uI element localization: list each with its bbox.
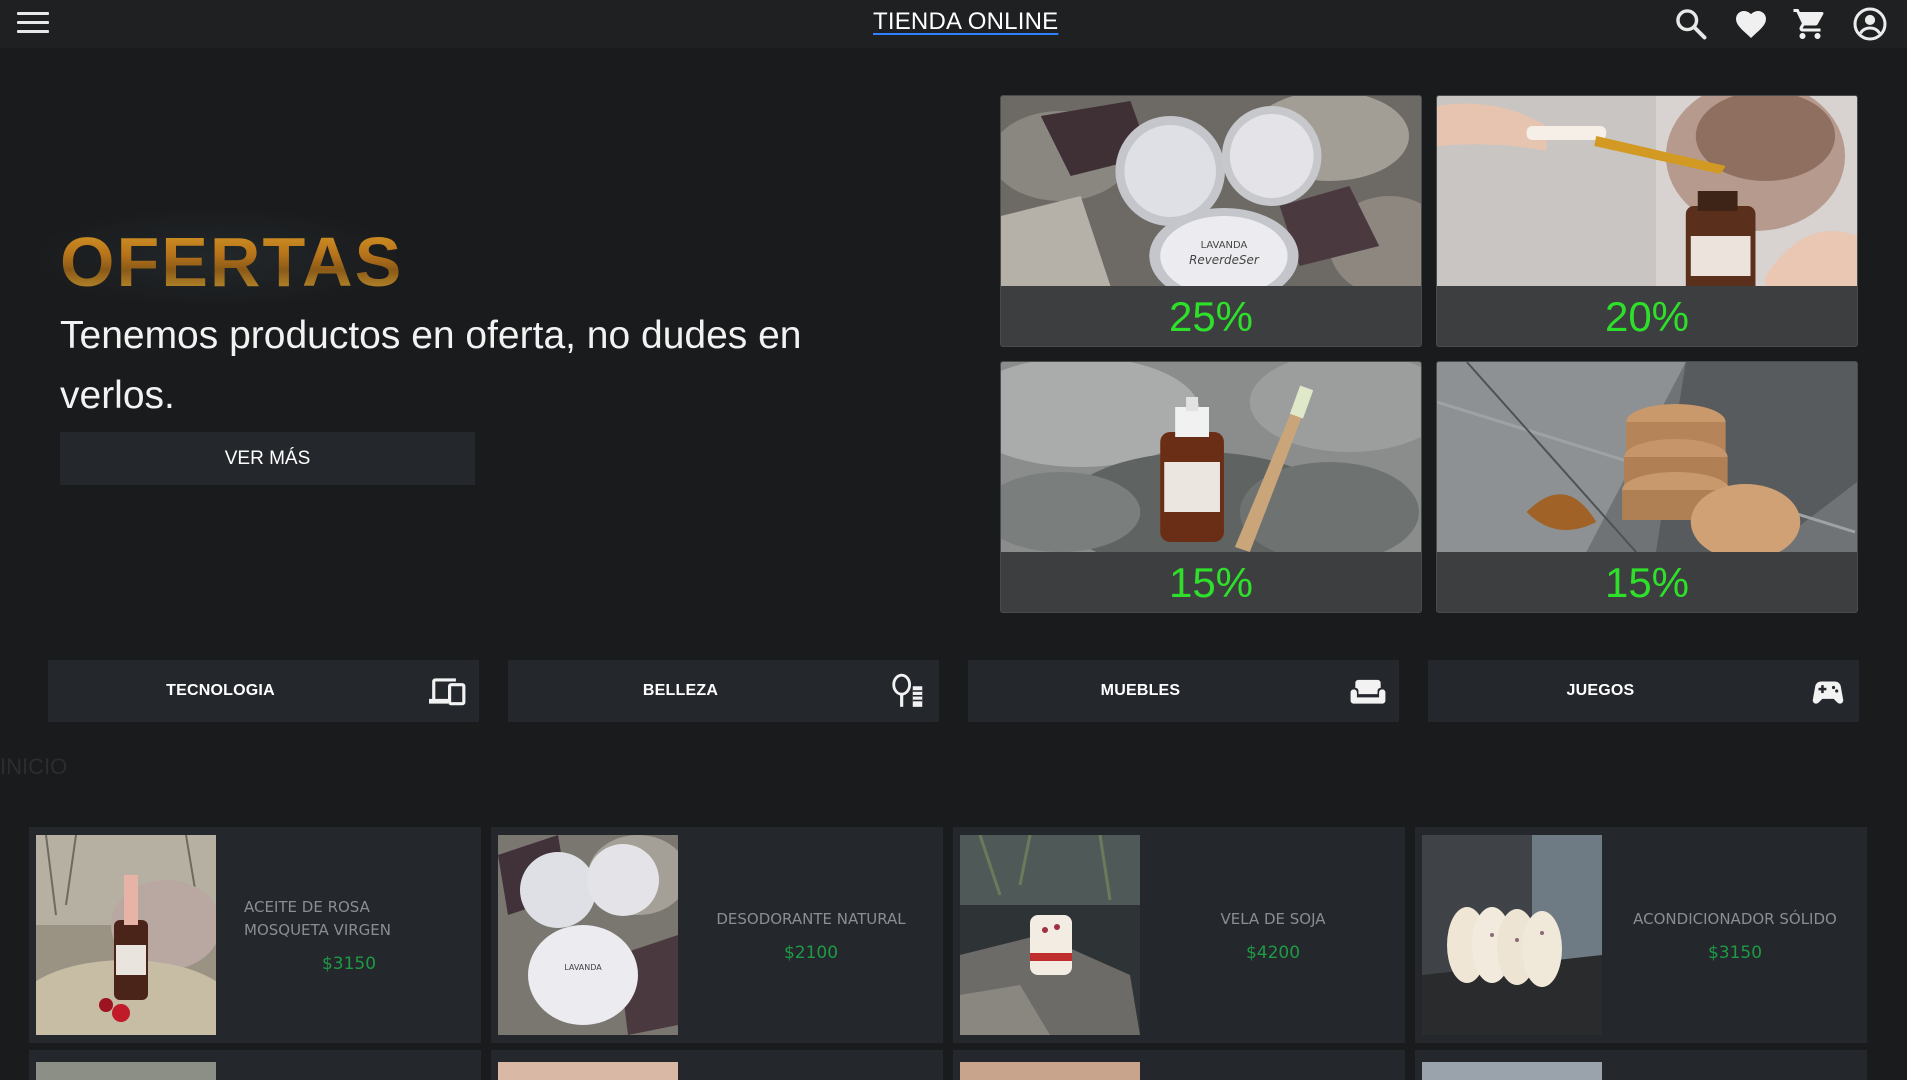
- category-label: JUEGOS: [1566, 682, 1635, 699]
- product-name: DESODORANTE NATURAL: [716, 909, 906, 928]
- category-tecnologia[interactable]: TECNOLOGIA: [48, 660, 479, 722]
- product-name: ACEITE DE ROSA MOSQUETA VIRGEN: [244, 898, 391, 939]
- product-card-partial[interactable]: [953, 1050, 1405, 1080]
- offer-tile-deodorant[interactable]: LAVANDA ReverdeSer 25%: [1000, 95, 1422, 347]
- offer-photo: [1437, 362, 1857, 552]
- svg-text:LAVANDA: LAVANDA: [564, 963, 602, 972]
- offer-tile-oil[interactable]: 20%: [1436, 95, 1858, 347]
- ver-mas-button[interactable]: VER MÁS: [60, 432, 475, 485]
- product-info: ACEITE DE ROSA MOSQUETA VIRGEN $3150: [224, 827, 474, 1043]
- product-price: $2100: [783, 942, 839, 963]
- mirror-icon: [889, 672, 927, 710]
- product-price: $3150: [1707, 942, 1763, 963]
- section-label-inicio: INICIO: [0, 754, 68, 779]
- product-info: DESODORANTE NATURAL $2100: [686, 827, 936, 1043]
- product-card-partial[interactable]: [1415, 1050, 1867, 1080]
- svg-text:LAVANDA: LAVANDA: [1201, 240, 1248, 251]
- top-bar: TIENDA ONLINE: [0, 0, 1907, 48]
- category-belleza[interactable]: BELLEZA: [508, 660, 939, 722]
- brand-title[interactable]: TIENDA ONLINE: [873, 8, 1058, 36]
- product-image: LAVANDA: [498, 835, 678, 1035]
- offer-band: 25%: [1001, 286, 1421, 346]
- product-image: [498, 1062, 678, 1080]
- cart-icon[interactable]: [1792, 6, 1828, 42]
- category-label: TECNOLOGIA: [166, 682, 275, 699]
- product-card[interactable]: VELA DE SOJA $4200: [953, 827, 1405, 1043]
- offer-discount: 25%: [1168, 293, 1254, 340]
- category-label: BELLEZA: [642, 682, 719, 699]
- product-image: [960, 835, 1140, 1035]
- offer-photo: [1001, 362, 1421, 552]
- product-card-partial[interactable]: [29, 1050, 481, 1080]
- offer-band: 15%: [1437, 552, 1857, 612]
- sofa-icon: [1349, 672, 1387, 710]
- hero-title: OFERTAS: [60, 223, 404, 301]
- product-image: [1422, 1062, 1602, 1080]
- product-card-partial[interactable]: [491, 1050, 943, 1080]
- devices-icon: [429, 672, 467, 710]
- product-image: [960, 1062, 1140, 1080]
- offer-photo: LAVANDA ReverdeSer: [1001, 96, 1421, 286]
- offer-tile-toothbrush[interactable]: 15%: [1000, 361, 1422, 613]
- offer-discount: 15%: [1604, 559, 1690, 606]
- gamepad-icon: [1809, 672, 1847, 710]
- product-price: $3150: [321, 954, 377, 974]
- product-price: $4200: [1245, 942, 1301, 963]
- category-juegos[interactable]: JUEGOS: [1428, 660, 1859, 722]
- product-image: [36, 1062, 216, 1080]
- product-name: VELA DE SOJA: [1220, 909, 1326, 928]
- product-image: [1422, 835, 1602, 1035]
- product-name: ACONDICIONADOR SÓLIDO: [1633, 909, 1837, 928]
- product-card[interactable]: LAVANDA DESODORANTE NATURAL $2100: [491, 827, 943, 1043]
- product-card[interactable]: ACONDICIONADOR SÓLIDO $3150: [1415, 827, 1867, 1043]
- offer-band: 15%: [1001, 552, 1421, 612]
- product-image: [36, 835, 216, 1035]
- account-icon[interactable]: [1852, 6, 1888, 42]
- category-label: MUEBLES: [1100, 682, 1181, 699]
- offer-discount: 20%: [1604, 293, 1690, 340]
- menu-icon[interactable]: [17, 12, 49, 36]
- hero-text: Tenemos productos en oferta, no dudes en…: [60, 314, 802, 417]
- offer-tile-shampoo-bar[interactable]: 15%: [1436, 361, 1858, 613]
- product-info: ACONDICIONADOR SÓLIDO $3150: [1610, 827, 1860, 1043]
- offer-photo: [1437, 96, 1857, 286]
- svg-text:ReverdeSer: ReverdeSer: [1189, 253, 1260, 267]
- offer-band: 20%: [1437, 286, 1857, 346]
- product-card[interactable]: ACEITE DE ROSA MOSQUETA VIRGEN $3150: [29, 827, 481, 1043]
- search-icon[interactable]: [1673, 6, 1709, 42]
- product-info: VELA DE SOJA $4200: [1148, 827, 1398, 1043]
- category-muebles[interactable]: MUEBLES: [968, 660, 1399, 722]
- heart-icon[interactable]: [1733, 6, 1769, 42]
- offer-discount: 15%: [1168, 559, 1254, 606]
